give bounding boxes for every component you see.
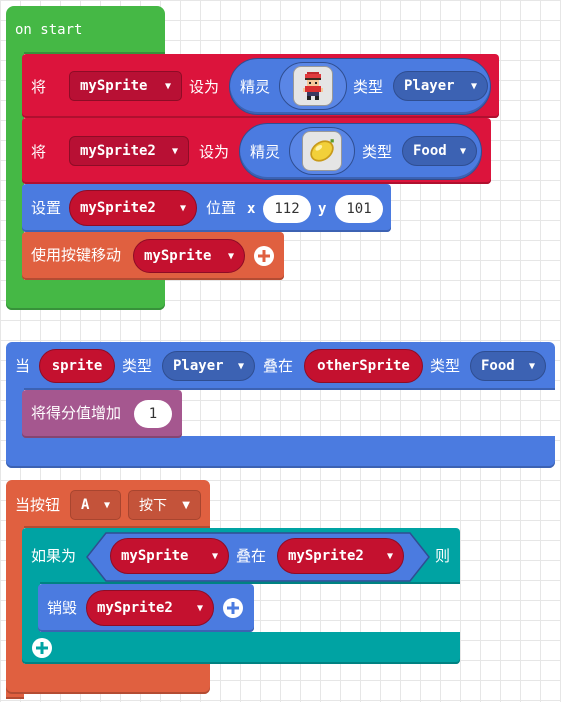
variable-dropdown-mysprite2[interactable]: mySprite2 ▼ — [86, 590, 214, 626]
sprite-word: 精灵 — [240, 78, 271, 96]
set-word: 将 — [31, 78, 47, 96]
variable-label: mySprite2 — [288, 548, 364, 564]
kind-word: 类型 — [353, 78, 384, 96]
button-label: A — [81, 497, 90, 513]
y-value-input[interactable]: 101 — [335, 195, 383, 223]
on-start-label: on start — [15, 22, 83, 38]
sprite-variable[interactable]: sprite — [39, 349, 115, 383]
on-start-block[interactable]: on start 将 mySprite ▼ 设为 精灵 类型 Player ▼ 将 … — [0, 0, 561, 320]
chevron-down-icon: ▼ — [386, 550, 393, 562]
kind-label: Player — [173, 358, 224, 374]
move-label: 使用按键移动 — [31, 246, 122, 264]
set-word: 将 — [31, 143, 47, 161]
variable-dropdown-mysprite2[interactable]: mySprite2 ▼ — [69, 190, 197, 226]
chevron-down-icon: ▼ — [182, 499, 190, 511]
chevron-down-icon: ▼ — [227, 250, 234, 262]
overlaps-word: 叠在 — [263, 357, 294, 375]
button-dropdown[interactable]: A ▼ — [70, 490, 121, 520]
player-pixel-icon — [293, 66, 333, 106]
variable-dropdown-mysprite2[interactable]: mySprite2 ▼ — [277, 538, 404, 574]
y-label: y — [318, 201, 327, 217]
on-button-foot — [6, 664, 210, 694]
chevron-down-icon: ▼ — [459, 145, 466, 157]
chevron-down-icon: ▼ — [237, 360, 244, 372]
on-overlap-foot — [6, 436, 555, 468]
on-start-foot — [6, 280, 165, 310]
chevron-down-icon: ▼ — [470, 80, 477, 92]
kind-dropdown-food[interactable]: Food ▼ — [470, 351, 546, 381]
kind-word: 类型 — [430, 357, 461, 375]
on-button-pressed-block[interactable]: 当按钮 A ▼ 按下 ▼ 如果为 mySprite ▼ 叠在 mySprite2 ▼ 则… — [0, 478, 561, 699]
variable-label: mySprite — [80, 78, 148, 94]
add-parameter-icon[interactable] — [254, 246, 274, 266]
chevron-down-icon: ▼ — [171, 145, 178, 157]
kind-word: 类型 — [122, 357, 153, 375]
on-overlap-block[interactable]: 当 sprite 类型 Player ▼ 叠在 otherSprite 类型 Fo… — [0, 340, 561, 475]
position-word: 位置 — [206, 199, 237, 217]
variable-dropdown-mysprite[interactable]: mySprite ▼ — [69, 71, 182, 101]
when-word: 当 — [15, 357, 31, 375]
chevron-down-icon: ▼ — [179, 202, 186, 214]
to-word: 设为 — [189, 78, 220, 96]
when-button-label: 当按钮 — [15, 496, 61, 514]
score-value-input[interactable]: 1 — [134, 400, 172, 428]
kind-dropdown-player[interactable]: Player ▼ — [393, 71, 488, 101]
kind-word: 类型 — [362, 143, 393, 161]
variable-label: mySprite — [121, 548, 189, 564]
chevron-down-icon: ▼ — [196, 602, 203, 614]
lemon-pixel-icon — [302, 131, 342, 171]
kind-dropdown-player[interactable]: Player ▼ — [162, 351, 255, 381]
variable-dropdown-mysprite[interactable]: mySprite ▼ — [133, 239, 245, 273]
kind-label: Food — [413, 143, 447, 159]
action-dropdown[interactable]: 按下 ▼ — [128, 490, 201, 520]
add-parameter-icon[interactable] — [223, 598, 243, 618]
variable-label: mySprite — [144, 248, 212, 264]
overlaps-word: 叠在 — [236, 547, 267, 565]
variable-label: mySprite2 — [80, 200, 156, 216]
kind-label: Player — [404, 78, 455, 94]
variable-dropdown-mysprite[interactable]: mySprite ▼ — [110, 538, 229, 574]
other-sprite-variable[interactable]: otherSprite — [304, 349, 423, 383]
variable-label: mySprite2 — [80, 143, 156, 159]
chevron-down-icon: ▼ — [211, 550, 218, 562]
then-word: 则 — [435, 547, 451, 565]
set-word: 设置 — [31, 199, 62, 217]
change-score-label: 将得分值增加 — [31, 404, 122, 422]
if-word: 如果为 — [31, 547, 77, 565]
if-foot — [22, 632, 460, 664]
variable-dropdown-mysprite2[interactable]: mySprite2 ▼ — [69, 136, 189, 166]
variable-label: otherSprite — [317, 358, 410, 374]
x-value-input[interactable]: 112 — [263, 195, 311, 223]
destroy-label: 销毁 — [47, 599, 78, 617]
variable-label: sprite — [51, 358, 103, 374]
action-label: 按下 — [139, 498, 167, 514]
variable-label: mySprite2 — [97, 600, 173, 616]
add-else-icon[interactable] — [32, 638, 52, 658]
kind-dropdown-food[interactable]: Food ▼ — [402, 136, 477, 166]
sprite-word: 精灵 — [250, 143, 281, 161]
to-word: 设为 — [199, 143, 230, 161]
kind-label: Food — [481, 358, 515, 374]
chevron-down-icon: ▼ — [103, 499, 110, 511]
chevron-down-icon: ▼ — [164, 80, 171, 92]
x-label: x — [247, 201, 256, 217]
chevron-down-icon: ▼ — [528, 360, 535, 372]
